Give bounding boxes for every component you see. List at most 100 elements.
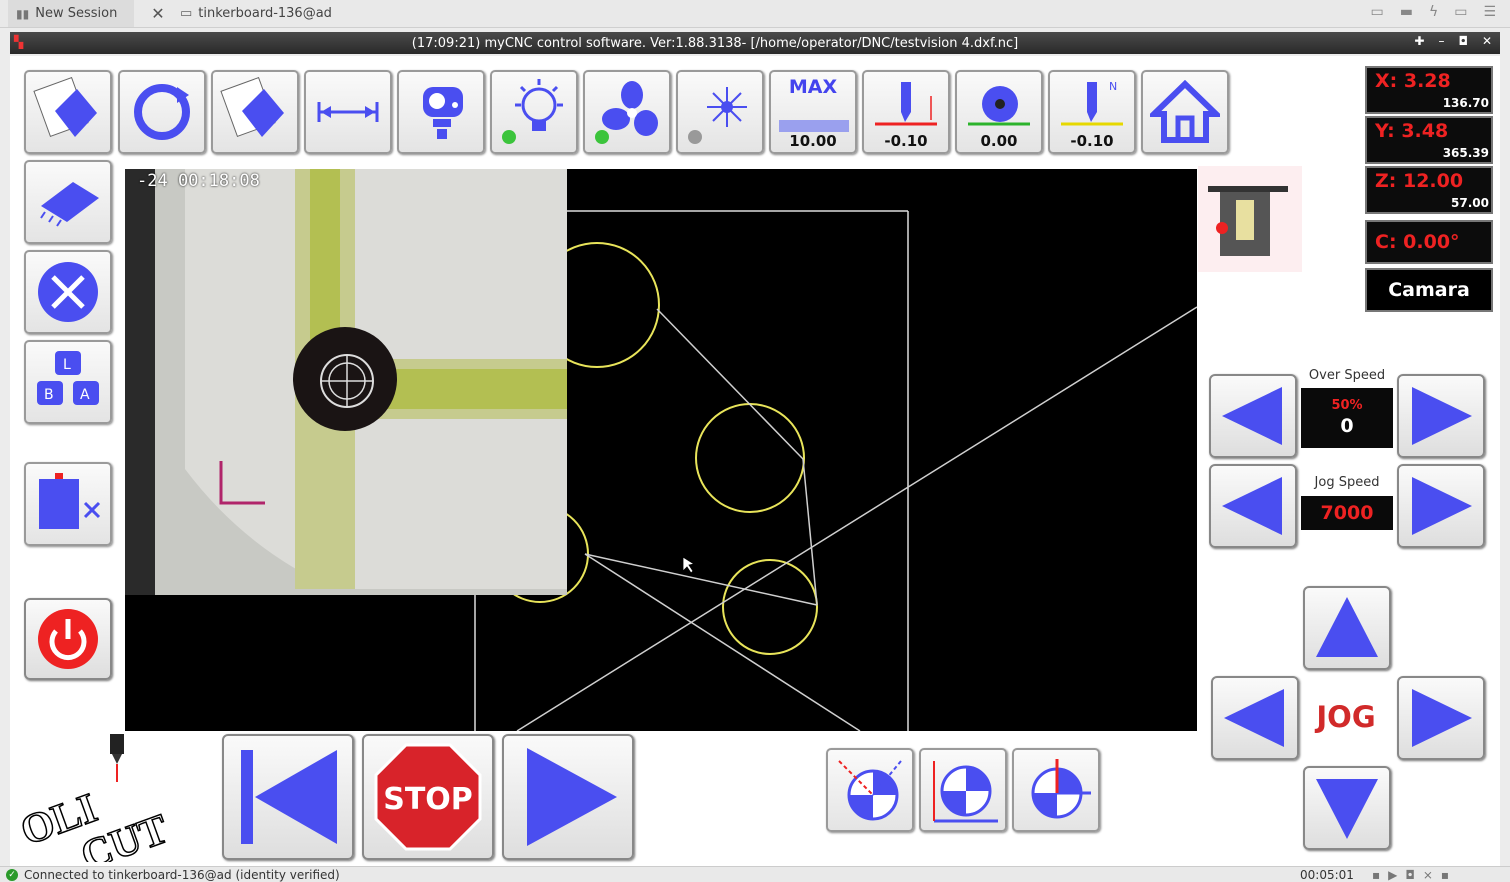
arrow-right-icon — [1412, 387, 1472, 445]
display-icon[interactable]: ▭ — [1454, 4, 1467, 20]
power-button[interactable] — [24, 598, 112, 680]
jog-up-button[interactable] — [1303, 586, 1391, 670]
open-dxf-button[interactable] — [211, 70, 299, 154]
feed-max-button[interactable]: MAX 10.00 — [769, 70, 857, 154]
olicut-logo: OLI CUT — [14, 732, 214, 880]
jog-left-button[interactable] — [1211, 676, 1299, 760]
arrow-left-icon — [1222, 387, 1282, 445]
home-button[interactable] — [1141, 70, 1229, 154]
start-button[interactable] — [502, 734, 634, 860]
camera-button[interactable] — [397, 70, 485, 154]
rewind-button[interactable] — [222, 734, 354, 860]
over-speed-label: Over Speed — [1308, 368, 1386, 383]
dro-c-value: C: 0.00° — [1375, 231, 1460, 253]
viewer-tabbar: ▮▮ New Session ✕ ▭ tinkerboard-136@ad ▭ … — [0, 0, 1510, 28]
over-speed-decrease-button[interactable] — [1209, 374, 1297, 458]
settings-button[interactable] — [24, 250, 112, 334]
z-n-value: -0.10 — [1070, 132, 1114, 150]
over-speed-display: 50% 0 — [1301, 388, 1393, 448]
probe-n-icon: N — [1061, 80, 1123, 126]
jog-down-button[interactable] — [1303, 766, 1391, 850]
camera-toggle-button[interactable]: Camara — [1365, 268, 1493, 312]
svg-text:L: L — [63, 357, 71, 373]
close-icon[interactable]: ✕ — [1482, 34, 1492, 48]
measure-arrow-icon — [317, 102, 379, 122]
view-front-button[interactable] — [1012, 748, 1100, 832]
jog-speed-decrease-button[interactable] — [1209, 464, 1297, 548]
app-titlebar: ▚ (17:09:21) myCNC control software. Ver… — [10, 32, 1500, 54]
dro-x-machine: 136.70 — [1442, 96, 1489, 110]
svg-text:B: B — [44, 387, 54, 403]
tab-new-session[interactable]: ▮▮ New Session — [8, 0, 134, 27]
over-speed-percent: 50% — [1331, 398, 1363, 413]
arrow-right-icon — [1412, 477, 1472, 535]
over-speed-increase-button[interactable] — [1397, 374, 1485, 458]
view-top-button[interactable] — [919, 748, 1007, 832]
dro-y-machine: 365.39 — [1442, 146, 1489, 160]
dro-z-value: Z: 12.00 — [1375, 170, 1464, 192]
connection-status: Connected to tinkerboard-136@ad (identit… — [24, 867, 340, 882]
tab-host-label: tinkerboard-136@ad — [198, 6, 332, 21]
arrow-up-icon — [1316, 597, 1378, 657]
stop-label: STOP — [383, 782, 473, 817]
keyboard-icon[interactable]: ▬ — [1400, 4, 1413, 20]
z-probe-value: -0.10 — [884, 132, 928, 150]
power-icon — [38, 609, 98, 669]
viewer-statusbar: ✓ Connected to tinkerboard-136@ad (ident… — [0, 866, 1510, 882]
cnc-main-panel: MAX 10.00 -0.10 0.00 N -0.10 LB A X: 3.28… — [10, 56, 1500, 880]
laser-icon — [688, 87, 747, 144]
toolpath-viewport[interactable]: -24 00:18:08 — [125, 169, 1197, 731]
dro-c: C: 0.00° — [1365, 220, 1493, 264]
circle-probe-icon — [968, 86, 1030, 126]
skip-back-icon — [241, 750, 337, 844]
minimize-icon[interactable]: – — [1438, 34, 1444, 48]
tool-head-status — [1198, 166, 1302, 272]
lightning-icon[interactable]: ϟ — [1429, 4, 1438, 20]
pin-icon[interactable]: ✚ — [1414, 34, 1424, 48]
z-circle-value: 0.00 — [980, 132, 1018, 150]
refresh-icon — [134, 84, 190, 140]
menu-icon[interactable]: ☰ — [1483, 4, 1496, 20]
session-timer: 00:05:01 — [1300, 867, 1354, 882]
tools-icon — [38, 262, 98, 322]
feed-max-label: MAX — [788, 76, 838, 98]
statusbar-icons: ▪▶◘⨯▪ — [1372, 867, 1458, 882]
dro-x: X: 3.28 136.70 — [1365, 66, 1493, 114]
viewer-toolbar-icons: ▭ ▬ ϟ ▭ ☰ — [1370, 4, 1496, 20]
machine-setup-button[interactable] — [24, 462, 112, 546]
lightbulb-icon — [502, 79, 563, 144]
fan-button[interactable] — [583, 70, 671, 154]
view-top-icon — [933, 761, 998, 823]
view-isometric-button[interactable] — [826, 748, 914, 832]
logo-graphic: OLI CUT — [14, 734, 175, 880]
z-circle-button[interactable]: 0.00 — [955, 70, 1043, 154]
spindle-head-icon — [1208, 186, 1288, 256]
dro-y-value: Y: 3.48 — [1375, 120, 1449, 142]
abl-keys-icon: LB A — [37, 351, 99, 405]
z-n-button[interactable]: N -0.10 — [1048, 70, 1136, 154]
jog-speed-value[interactable]: 7000 — [1301, 496, 1393, 530]
stop-button[interactable]: STOP — [362, 734, 494, 860]
jog-speed-label: Jog Speed — [1314, 475, 1380, 490]
z-probe-button[interactable]: -0.10 — [862, 70, 950, 154]
maximize-icon[interactable]: ◘ — [1458, 34, 1468, 48]
arrow-right-icon — [1412, 689, 1472, 747]
tab-host[interactable]: ▭ tinkerboard-136@ad — [172, 0, 362, 27]
controller-button[interactable] — [24, 160, 112, 244]
jog-speed-increase-button[interactable] — [1397, 464, 1485, 548]
close-tab-icon[interactable]: ✕ — [144, 0, 172, 27]
feed-value: 10.00 — [789, 132, 837, 150]
window-title: (17:09:21) myCNC control software. Ver:1… — [411, 35, 1019, 51]
open-gcode-button[interactable] — [24, 70, 112, 154]
light-button[interactable] — [490, 70, 578, 154]
keyboard-layout-button[interactable]: LB A — [24, 340, 112, 424]
laser-button[interactable] — [676, 70, 764, 154]
jog-right-button[interactable] — [1397, 676, 1485, 760]
reload-button[interactable] — [118, 70, 206, 154]
measure-button[interactable] — [304, 70, 392, 154]
chat-icon[interactable]: ▭ — [1370, 4, 1383, 20]
tab-new-session-label: New Session — [35, 6, 118, 21]
dro-z-machine: 57.00 — [1451, 196, 1489, 210]
chip-icon — [40, 182, 99, 227]
dro-y: Y: 3.48 365.39 — [1365, 116, 1493, 164]
